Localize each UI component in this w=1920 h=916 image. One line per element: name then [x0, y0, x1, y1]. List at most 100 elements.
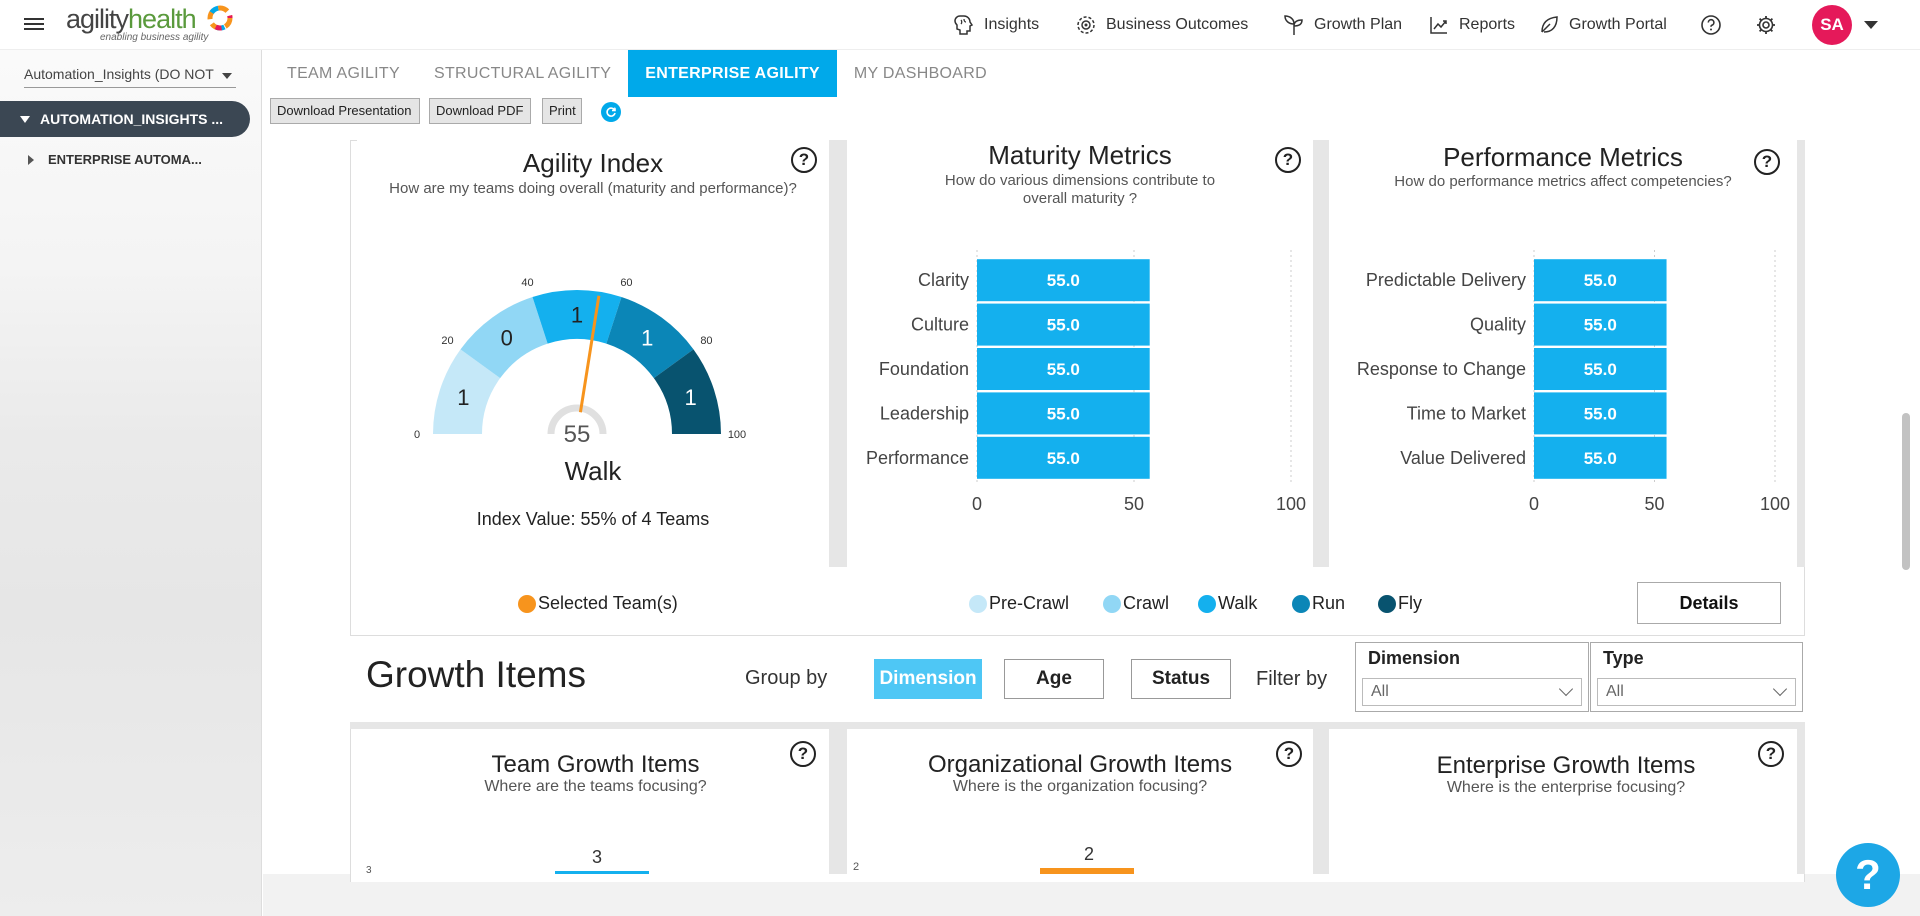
tab-enterprise-agility[interactable]: ENTERPRISE AGILITY	[628, 50, 837, 97]
agility-index-title: Agility Index	[522, 148, 664, 178]
organizational-growth-items-subtitle: Where is the organization focusing?	[952, 778, 1208, 795]
growth-section-top-bar	[350, 722, 1805, 729]
panel-divider	[1313, 140, 1329, 567]
x-tick-label: 50	[1124, 494, 1144, 514]
tree-item-enterprise-automation-label: ENTERPRISE AUTOMA...	[48, 152, 202, 167]
pre-crawl-dot	[969, 594, 987, 613]
team-growth-items-subtitle: Where are the teams focusing?	[484, 778, 707, 795]
category-label: Quality	[1470, 315, 1526, 335]
crawl-dot	[1103, 594, 1121, 613]
top-bar: agilityhealth enabling business agility …	[0, 0, 1920, 50]
brain-icon	[954, 15, 974, 35]
legend-selected-teams: Selected Team(s)	[518, 593, 678, 614]
legend-fly: Fly	[1378, 593, 1422, 614]
nav-insights[interactable]: Insights	[951, 0, 1039, 50]
x-tick-label: 50	[1644, 494, 1664, 514]
type-filter-value: All	[1606, 683, 1624, 700]
logo-tagline: enabling business agility	[100, 32, 209, 43]
category-label: Foundation	[879, 359, 969, 379]
gauge-tick-label: 60	[620, 277, 632, 289]
performance-metrics-chart: 0 50 100 Predictable Delivery 55.0 Quality 55.…	[1357, 250, 1790, 514]
tab-structural-agility[interactable]: STRUCTURAL AGILITY	[417, 50, 628, 97]
download-presentation-button[interactable]: Download Presentation	[270, 98, 420, 124]
tab-team-agility[interactable]: TEAM AGILITY	[270, 50, 417, 97]
maturity-metrics-chart: 0 50 100 Clarity 55.0 Culture 55.0 Foundation 55…	[866, 250, 1306, 514]
panel-divider	[1797, 722, 1805, 874]
logo-brand: agility	[66, 4, 129, 34]
nav-growth-plan[interactable]: Growth Plan	[1283, 0, 1402, 50]
organizational-growth-items-title: Organizational Growth Items	[927, 751, 1233, 778]
tab-my-dashboard[interactable]: MY DASHBOARD	[837, 50, 1004, 97]
team-growth-axis-tick: 3	[366, 865, 372, 876]
performance-metrics-subtitle: How do performance metrics affect compet…	[1394, 173, 1732, 190]
leaf-icon	[1541, 16, 1558, 33]
bar-value-label: 55.0	[1584, 404, 1617, 423]
x-tick-label: 100	[1276, 494, 1306, 514]
trend-chart-icon	[1430, 17, 1447, 34]
maturity-metrics-subtitle: How do various dimensions contribute to …	[847, 172, 1313, 208]
gauge-value: 55	[564, 421, 591, 448]
type-filter-select[interactable]: All	[1597, 678, 1796, 706]
organizational-growth-items-panel: Organizational Growth Items Where is the…	[847, 729, 1313, 874]
gauge-tick-label: 0	[414, 429, 420, 441]
workspace-select[interactable]: Automation_Insights (DO NOT	[24, 60, 236, 88]
main-scrollbar[interactable]	[1902, 413, 1910, 570]
bar-value-label: 55.0	[1047, 404, 1080, 423]
menu-icon[interactable]	[24, 15, 44, 31]
chevron-down-icon	[1772, 681, 1788, 697]
gear-icon[interactable]	[1755, 14, 1777, 36]
dimension-filter-select[interactable]: All	[1362, 678, 1582, 706]
tree-item-automation-insights[interactable]: AUTOMATION_INSIGHTS ...	[0, 101, 250, 137]
organizational-growth-help-icon[interactable]: ?	[1276, 741, 1302, 767]
bar-value-label: 55.0	[1047, 360, 1080, 379]
nav-reports-label: Reports	[1459, 16, 1516, 33]
agility-index-help-icon[interactable]: ?	[791, 147, 817, 173]
user-avatar[interactable]: SA	[1812, 5, 1852, 45]
refresh-icon[interactable]	[601, 102, 621, 122]
bar-value-label: 55.0	[1584, 449, 1617, 468]
maturity-metrics-panel: Maturity Metrics How do various dimensio…	[847, 140, 1313, 567]
category-label: Culture	[911, 315, 969, 335]
group-by-dimension-button[interactable]: Dimension	[874, 659, 982, 699]
maturity-metrics-help-icon[interactable]: ?	[1275, 147, 1301, 173]
type-filter: Type All	[1590, 642, 1803, 712]
details-button[interactable]: Details	[1637, 582, 1781, 624]
team-growth-items-panel: Team Growth Items Where are the teams fo…	[362, 729, 829, 876]
agilityhealth-logo[interactable]: agilityhealth enabling business agility	[66, 4, 236, 46]
nav-growth-portal[interactable]: Growth Portal	[1538, 0, 1667, 50]
workspace-dropdown-icon	[222, 73, 232, 79]
run-dot	[1292, 594, 1310, 613]
index-value-text: Index Value: 55% of 4 Teams	[476, 509, 710, 529]
user-menu-chevron-down-icon[interactable]	[1864, 21, 1878, 29]
help-chat-button[interactable]: ?	[1836, 843, 1900, 907]
team-growth-items-title: Team Growth Items	[491, 751, 700, 778]
enterprise-growth-help-icon[interactable]: ?	[1758, 741, 1784, 767]
team-growth-bar-label: 3	[592, 847, 603, 867]
gauge-tick-label: 20	[441, 335, 453, 347]
nav-reports[interactable]: Reports	[1428, 0, 1515, 50]
panel-divider	[1797, 140, 1805, 567]
category-label: Response to Change	[1357, 359, 1526, 379]
x-tick-label: 0	[972, 494, 982, 514]
team-growth-help-icon[interactable]: ?	[790, 741, 816, 767]
performance-metrics-help-icon[interactable]: ?	[1754, 149, 1780, 175]
performance-metrics-title: Performance Metrics	[1443, 142, 1683, 172]
group-by-age-button[interactable]: Age	[1004, 659, 1104, 699]
nav-business-outcomes[interactable]: Business Outcomes	[1075, 0, 1248, 50]
category-label: Clarity	[918, 270, 969, 290]
download-pdf-button[interactable]: Download PDF	[429, 98, 531, 124]
category-label: Performance	[866, 448, 969, 468]
legend-pre-crawl: Pre-Crawl	[969, 593, 1069, 614]
type-filter-label: Type	[1603, 648, 1644, 668]
bar-value-label: 55.0	[1047, 271, 1080, 290]
org-growth-bar-label: 2	[1084, 844, 1095, 864]
group-by-status-button[interactable]: Status	[1131, 659, 1231, 699]
print-button[interactable]: Print	[542, 98, 582, 124]
walk-dot	[1198, 594, 1216, 613]
team-growth-bar[interactable]	[555, 871, 649, 874]
tree-item-enterprise-automation[interactable]: ENTERPRISE AUTOMA...	[28, 152, 202, 167]
help-icon[interactable]	[1700, 14, 1722, 36]
org-growth-bar[interactable]	[1040, 868, 1134, 874]
category-label: Time to Market	[1407, 403, 1526, 423]
panel-divider	[1313, 722, 1329, 874]
